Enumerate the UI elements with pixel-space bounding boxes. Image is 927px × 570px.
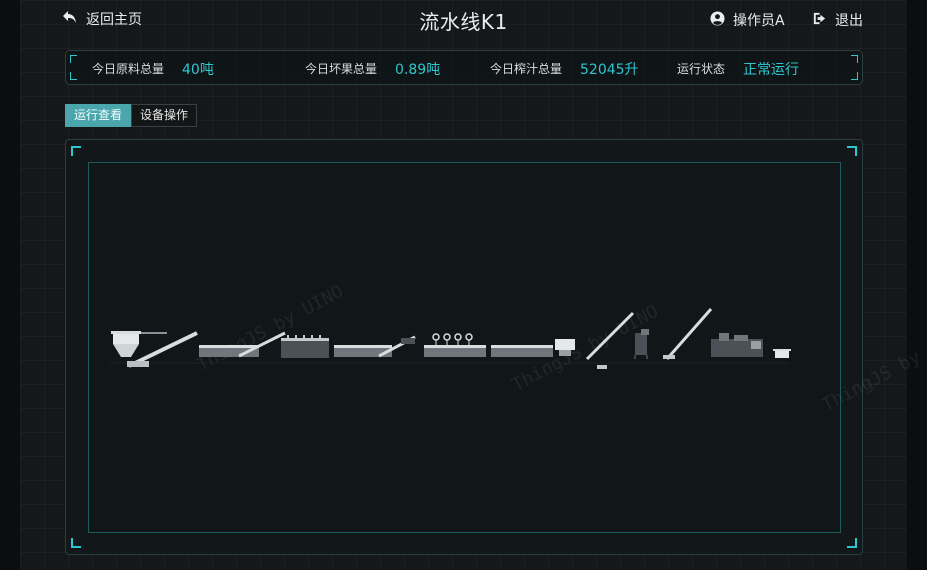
- stat-raw-material: 今日原料总量 40吨: [92, 51, 214, 86]
- stat-label: 今日原料总量: [92, 62, 165, 76]
- panel-corner-tl: [71, 146, 81, 156]
- washer-machine-2[interactable]: [334, 335, 416, 358]
- juice-press-machine[interactable]: [634, 329, 649, 359]
- scene-viewport[interactable]: ThingJS by UINO ThingJS by UINO ThingJS …: [88, 162, 927, 533]
- incline-conveyor-3[interactable]: [663, 308, 713, 360]
- app-frame: 返回主页 流水线K1 操作员A 退出 今日原料总量 40吨 今日坏果总量 0.8…: [20, 0, 927, 570]
- stat-value: 0.89吨: [395, 61, 441, 78]
- stat-run-status: 运行状态 正常运行: [677, 51, 799, 86]
- left-margin: [0, 0, 20, 570]
- stats-corner-tl: [70, 55, 77, 63]
- stats-bar: 今日原料总量 40吨 今日坏果总量 0.89吨 今日榨汁总量 52045升 运行…: [65, 50, 863, 85]
- stat-bad-fruit: 今日坏果总量 0.89吨: [305, 51, 440, 86]
- production-line-panel: ThingJS by UINO ThingJS by UINO ThingJS …: [65, 139, 927, 555]
- sterilizer-machine[interactable]: [711, 333, 763, 357]
- sorting-machine[interactable]: [281, 335, 329, 358]
- panel-corner-tr: [847, 146, 857, 156]
- stat-label: 今日坏果总量: [305, 62, 378, 76]
- view-tabs: 运行查看 设备操作: [65, 104, 198, 127]
- stat-label: 运行状态: [677, 62, 726, 76]
- tab-device-operation[interactable]: 设备操作: [131, 104, 198, 127]
- preheater-machine[interactable]: [491, 339, 575, 357]
- incline-conveyor-2[interactable]: [585, 311, 635, 369]
- logout-label: 退出: [835, 13, 863, 29]
- stats-corner-bl: [70, 72, 77, 80]
- right-margin: [907, 0, 927, 570]
- stat-value: 40吨: [182, 61, 214, 78]
- logout-icon: [812, 11, 827, 30]
- user-name: 操作员A: [733, 13, 785, 29]
- panel-corner-br: [847, 538, 857, 548]
- stat-value: 52045升: [580, 61, 639, 78]
- stat-juice: 今日榨汁总量 52045升: [490, 51, 639, 86]
- user-menu[interactable]: 操作员A: [710, 10, 785, 30]
- stat-label: 今日榨汁总量: [490, 62, 563, 76]
- stats-corner-br: [851, 72, 858, 80]
- washer-machine-1[interactable]: [199, 331, 286, 358]
- panel-corner-bl: [71, 538, 81, 548]
- output-tank[interactable]: [773, 349, 791, 358]
- top-bar: 返回主页 流水线K1 操作员A 退出: [20, 0, 907, 40]
- production-line-scene: [109, 308, 791, 369]
- logout-button[interactable]: 退出: [812, 10, 863, 30]
- user-avatar-icon: [710, 10, 725, 30]
- crusher-machine[interactable]: [424, 333, 486, 357]
- stats-corner-tr: [851, 55, 858, 63]
- tab-run-view[interactable]: 运行查看: [65, 104, 132, 127]
- stat-value: 正常运行: [743, 61, 800, 78]
